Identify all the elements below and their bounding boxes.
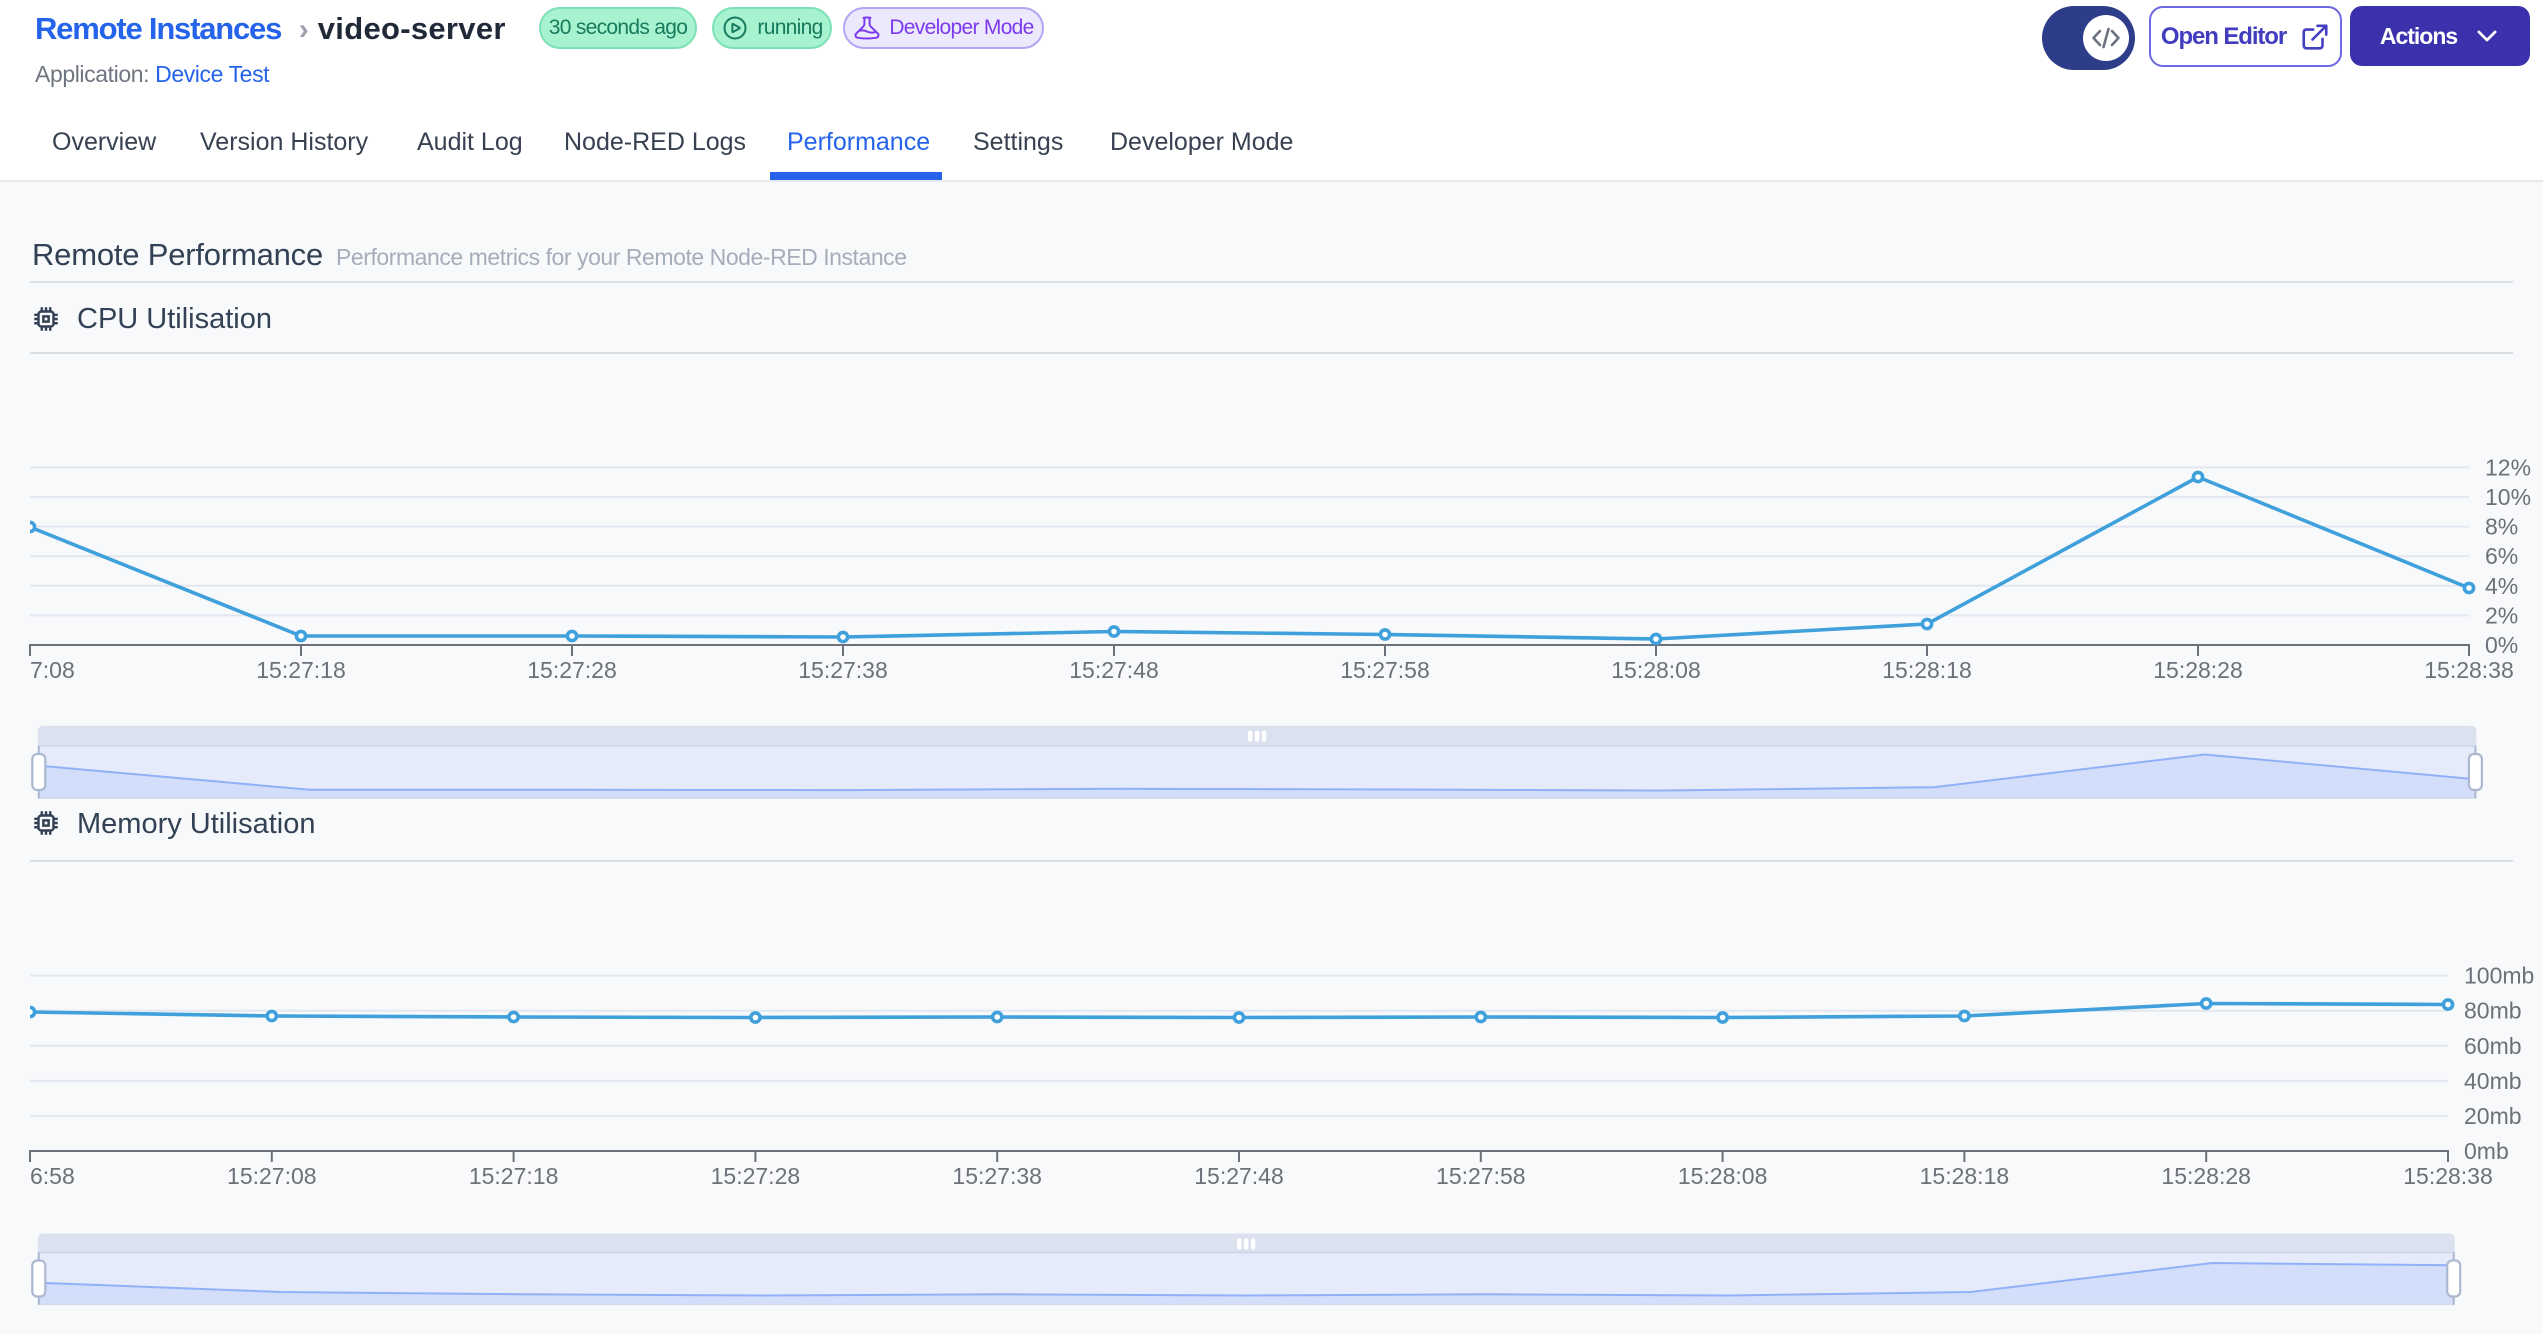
svg-text:15:28:28: 15:28:28 — [2153, 657, 2243, 683]
svg-text:8%: 8% — [2485, 514, 2518, 540]
svg-text:6:58: 6:58 — [30, 1163, 75, 1189]
svg-text:0%: 0% — [2485, 632, 2518, 658]
svg-text:0mb: 0mb — [2464, 1138, 2509, 1164]
svg-text:15:27:58: 15:27:58 — [1436, 1163, 1526, 1189]
svg-text:15:27:18: 15:27:18 — [256, 657, 346, 683]
svg-text:6%: 6% — [2485, 543, 2518, 569]
svg-text:7:08: 7:08 — [30, 657, 75, 683]
svg-text:15:28:08: 15:28:08 — [1611, 657, 1701, 683]
svg-text:15:27:38: 15:27:38 — [798, 657, 888, 683]
svg-text:60mb: 60mb — [2464, 1033, 2522, 1059]
svg-text:12%: 12% — [2485, 454, 2531, 480]
svg-text:20mb: 20mb — [2464, 1103, 2522, 1129]
svg-text:15:27:28: 15:27:28 — [711, 1163, 801, 1189]
svg-text:15:27:38: 15:27:38 — [952, 1163, 1042, 1189]
svg-text:15:28:18: 15:28:18 — [1882, 657, 1972, 683]
svg-text:15:27:08: 15:27:08 — [227, 1163, 317, 1189]
svg-text:4%: 4% — [2485, 573, 2518, 599]
svg-text:15:28:38: 15:28:38 — [2424, 657, 2514, 683]
svg-text:2%: 2% — [2485, 602, 2518, 628]
svg-text:15:27:48: 15:27:48 — [1194, 1163, 1284, 1189]
svg-text:15:28:18: 15:28:18 — [1920, 1163, 2010, 1189]
svg-text:15:27:58: 15:27:58 — [1340, 657, 1430, 683]
svg-text:15:27:48: 15:27:48 — [1069, 657, 1159, 683]
svg-text:40mb: 40mb — [2464, 1068, 2522, 1094]
svg-text:15:28:38: 15:28:38 — [2403, 1163, 2493, 1189]
svg-text:100mb: 100mb — [2464, 963, 2534, 989]
svg-text:15:28:28: 15:28:28 — [2161, 1163, 2251, 1189]
svg-text:80mb: 80mb — [2464, 998, 2522, 1024]
svg-text:10%: 10% — [2485, 484, 2531, 510]
svg-text:15:27:18: 15:27:18 — [469, 1163, 559, 1189]
svg-text:15:28:08: 15:28:08 — [1678, 1163, 1768, 1189]
svg-text:15:27:28: 15:27:28 — [527, 657, 617, 683]
